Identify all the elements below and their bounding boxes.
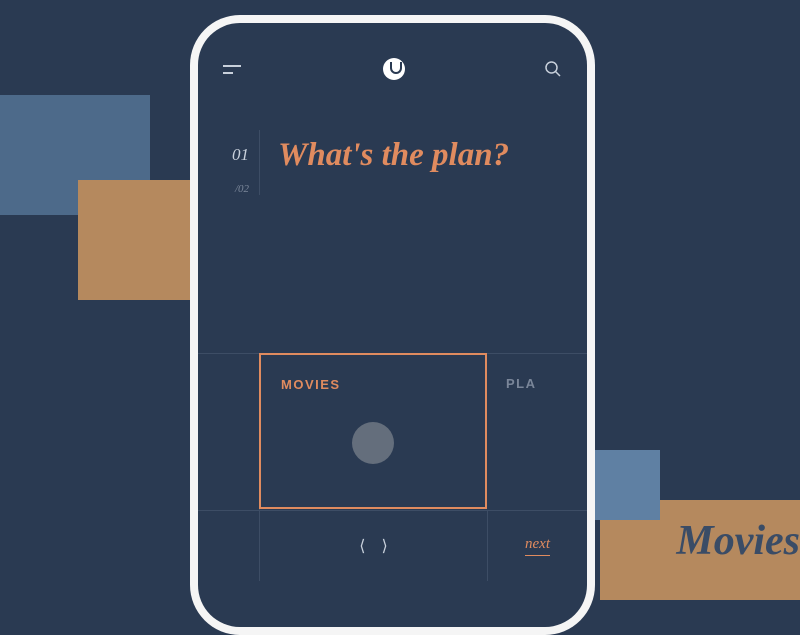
chevron-right-icon[interactable]: ⟩ [382,536,388,556]
next-button[interactable]: next [525,536,550,556]
card-carousel: MOVIES PLA [198,353,587,511]
card-next[interactable]: PLA [486,354,587,510]
page-heading: What's the plan? [260,130,529,195]
footer-gutter [198,511,260,581]
search-icon[interactable] [544,60,562,78]
card-thumbnail-placeholder [352,422,394,464]
footer-next-area: next [488,511,587,581]
phone-frame: 01 /02 What's the plan? MOVIES PLA ⟨ ⟩ n… [190,15,595,635]
carousel-gutter [198,354,260,510]
carousel-nav: ⟨ ⟩ [260,511,488,581]
menu-icon[interactable] [223,62,243,76]
logo-icon [383,58,405,80]
header [198,23,587,100]
step-sidebar: 01 /02 [198,130,260,195]
card-label: PLA [506,376,567,391]
bg-block-tan-left [78,180,190,300]
footer-controls: ⟨ ⟩ next [198,511,587,581]
step-current: 01 [198,145,249,165]
card-label: MOVIES [281,377,465,392]
phone-screen: 01 /02 What's the plan? MOVIES PLA ⟨ ⟩ n… [198,23,587,627]
card-movies[interactable]: MOVIES [259,353,487,509]
main-content: 01 /02 What's the plan? [198,130,587,195]
step-total: /02 [198,183,249,195]
bg-word: Movies [676,517,800,565]
chevron-left-icon[interactable]: ⟨ [359,536,365,556]
